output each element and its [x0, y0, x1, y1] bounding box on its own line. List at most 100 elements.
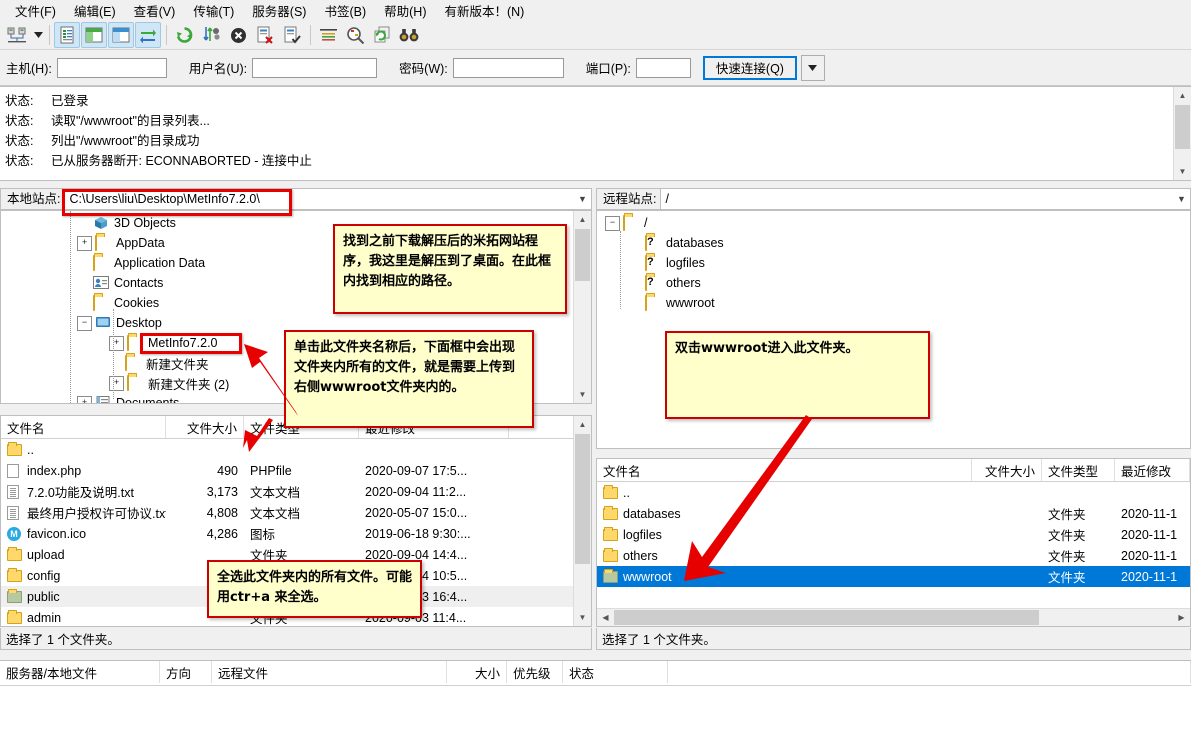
column-header-server-local-file[interactable]: 服务器/本地文件: [0, 661, 160, 683]
scroll-right-icon[interactable]: ▶: [1173, 613, 1190, 622]
remote-path-combo[interactable]: / ▼: [660, 188, 1191, 210]
message-log[interactable]: 状态: 已登录 状态: 读取"/wwwroot"的目录列表... 状态: 列出"…: [0, 86, 1191, 181]
toggle-remote-tree-button[interactable]: [108, 22, 134, 48]
column-header-priority[interactable]: 优先级: [507, 661, 563, 683]
process-queue-button[interactable]: [198, 22, 224, 48]
scroll-thumb[interactable]: [575, 434, 590, 564]
column-header-remote-file[interactable]: 远程文件: [212, 661, 447, 683]
chevron-down-icon: [33, 32, 43, 38]
quick-connect-button[interactable]: 快速连接(Q): [702, 55, 797, 80]
file-size: [972, 545, 1042, 566]
table-row[interactable]: databases 文件夹 2020-11-1: [597, 503, 1190, 524]
file-name: public: [27, 589, 60, 604]
table-row[interactable]: 最终用户授权许可协议.txt 4,808 文本文档 2020-05-07 15:…: [1, 502, 574, 523]
port-input[interactable]: [635, 57, 691, 78]
host-input[interactable]: [56, 57, 167, 78]
scroll-thumb[interactable]: [614, 610, 1039, 625]
scroll-down-icon[interactable]: ▼: [574, 609, 591, 626]
menu-item-transfer[interactable]: 传输(T): [184, 0, 243, 22]
tree-node-root[interactable]: − /: [597, 213, 1190, 233]
tree-expander[interactable]: −: [605, 215, 620, 231]
tree-node[interactable]: ? others: [597, 273, 1190, 293]
file-type: 文件夹: [1048, 571, 1086, 585]
menu-item-new-version[interactable]: 有新版本！(N): [435, 0, 533, 22]
tree-node[interactable]: ? logfiles: [597, 253, 1190, 273]
quick-connect-history-dropdown[interactable]: [800, 54, 825, 81]
column-header-filetype[interactable]: 文件类型: [1042, 459, 1115, 481]
menu-item-view[interactable]: 查看(V): [125, 0, 185, 22]
log-row-key: 状态:: [5, 134, 34, 148]
toggle-local-tree-button[interactable]: [81, 22, 107, 48]
log-scrollbar[interactable]: ▲ ▼: [1173, 87, 1191, 180]
remote-file-list[interactable]: 文件名 文件大小 文件类型 最近修改 .. databases 文件夹 2020…: [596, 458, 1191, 627]
table-row[interactable]: ..: [1, 439, 574, 460]
menu-item-file[interactable]: 文件(F): [6, 0, 65, 22]
reconnect-button[interactable]: [279, 22, 305, 48]
transfer-queue[interactable]: 服务器/本地文件 方向 远程文件 大小 优先级 状态: [0, 660, 1191, 738]
scroll-up-icon[interactable]: ▲: [1174, 87, 1191, 104]
table-row[interactable]: index.php 490 PHPfile 2020-09-07 17:5...: [1, 460, 574, 481]
favicon-icon: M: [7, 526, 24, 541]
toggle-transfer-queue-button[interactable]: [135, 22, 161, 48]
menu-item-bookmarks[interactable]: 书签(B): [315, 0, 375, 22]
refresh-button[interactable]: [171, 22, 197, 48]
toggle-message-log-button[interactable]: [54, 22, 80, 48]
local-tree-scrollbar[interactable]: ▲ ▼: [573, 211, 591, 403]
column-header-status[interactable]: 状态: [563, 661, 668, 683]
column-header-size[interactable]: 大小: [447, 661, 507, 683]
site-manager-dropdown[interactable]: [31, 23, 45, 47]
file-size: [972, 503, 1042, 524]
scroll-thumb[interactable]: [575, 229, 590, 281]
menu-item-server[interactable]: 服务器(S): [243, 0, 315, 22]
column-header-filename[interactable]: 文件名: [597, 459, 972, 481]
scroll-up-icon[interactable]: ▲: [574, 211, 591, 228]
disconnect-button[interactable]: [252, 22, 278, 48]
tree-expander[interactable]: +: [77, 395, 92, 403]
tree-expander[interactable]: −: [77, 315, 92, 331]
local-list-scrollbar[interactable]: ▲ ▼: [573, 416, 591, 626]
compare-directories-button[interactable]: [342, 22, 368, 48]
process-queue-icon: [202, 27, 220, 41]
scroll-left-icon[interactable]: ◀: [597, 613, 614, 622]
table-row[interactable]: ..: [597, 482, 1190, 503]
tree-expander[interactable]: +: [109, 375, 124, 391]
table-row[interactable]: 7.2.0功能及说明.txt 3,173 文本文档 2020-09-04 11:…: [1, 481, 574, 502]
column-header-filesize[interactable]: 文件大小: [166, 416, 244, 438]
scroll-down-icon[interactable]: ▼: [574, 386, 591, 403]
menu-item-help[interactable]: 帮助(H): [375, 0, 435, 22]
tree-node[interactable]: ? databases: [597, 233, 1190, 253]
file-type: 文件夹: [1048, 550, 1086, 564]
menu-item-edit[interactable]: 编辑(E): [65, 0, 125, 22]
scroll-up-icon[interactable]: ▲: [574, 416, 591, 433]
tree-expander[interactable]: +: [77, 235, 92, 251]
column-header-filename[interactable]: 文件名: [1, 416, 166, 438]
synchronized-browsing-button[interactable]: [369, 22, 395, 48]
chevron-down-icon[interactable]: ▼: [1173, 194, 1190, 204]
scroll-thumb[interactable]: [1175, 105, 1190, 149]
column-header-filesize[interactable]: 文件大小: [972, 459, 1042, 481]
file-size: [972, 482, 1042, 503]
column-header-modified[interactable]: 最近修改: [1115, 459, 1190, 481]
table-row[interactable]: others 文件夹 2020-11-1: [597, 545, 1190, 566]
file-type: 文件夹: [1048, 529, 1086, 543]
table-row[interactable]: logfiles 文件夹 2020-11-1: [597, 524, 1190, 545]
chevron-down-icon[interactable]: ▼: [574, 194, 591, 204]
column-header-direction[interactable]: 方向: [160, 661, 212, 683]
tree-node-label: AppData: [116, 236, 165, 250]
site-manager-button[interactable]: [4, 22, 30, 48]
filter-button[interactable]: [315, 22, 341, 48]
password-input[interactable]: [452, 57, 564, 78]
cancel-button[interactable]: [225, 22, 251, 48]
remote-list-hscrollbar[interactable]: ◀ ▶: [597, 608, 1190, 626]
file-name: admin: [27, 610, 62, 625]
table-row[interactable]: Mfavicon.ico 4,286 图标 2019-06-18 9:30:..…: [1, 523, 574, 544]
search-button[interactable]: [396, 22, 422, 48]
username-input[interactable]: [252, 57, 378, 78]
table-row-selected[interactable]: wwwroot 文件夹 2020-11-1: [597, 566, 1190, 587]
unknown-folder-icon: ?: [645, 275, 662, 291]
tree-node-wwwroot[interactable]: wwwroot: [597, 293, 1190, 313]
folder-icon: [93, 295, 110, 311]
scroll-down-icon[interactable]: ▼: [1174, 163, 1191, 180]
tree-expander[interactable]: +: [109, 335, 124, 351]
tree-node-label: databases: [666, 236, 724, 250]
